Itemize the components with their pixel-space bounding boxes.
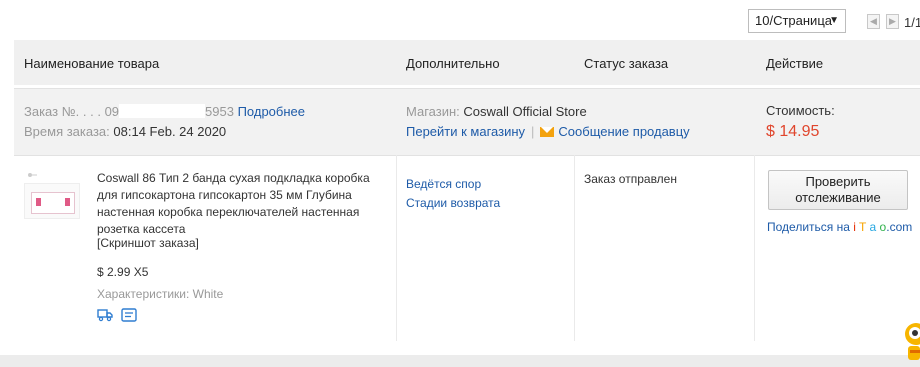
column-divider (396, 155, 397, 341)
dropdown-arrow-icon: ▼ (829, 15, 839, 26)
track-order-button[interactable]: Проверить отслеживание (768, 170, 908, 210)
order-time: Время заказа: 08:14 Feb. 24 2020 (24, 124, 226, 139)
col-product: Наименование товара (24, 56, 160, 71)
helper-mascot-icon[interactable] (902, 320, 920, 364)
share-link[interactable]: Поделиться на i T a o.com (767, 220, 912, 234)
dispute-link[interactable]: Ведётся спор (406, 177, 481, 191)
col-status: Статус заказа (584, 56, 669, 71)
product-thumbnail[interactable] (24, 183, 80, 219)
unit-price-quantity: $ 2.99 X5 (97, 265, 149, 279)
order-time-label: Время заказа: (24, 124, 110, 139)
page-size-value: 10/Страница (755, 13, 832, 28)
store-label: Магазин: (406, 104, 460, 119)
store-actions: Перейти к магазину | Сообщение продавцу (406, 124, 690, 139)
mail-icon (540, 127, 555, 137)
share-brand-i: i (853, 220, 856, 234)
column-divider (574, 155, 575, 341)
order-snapshot-link[interactable]: [Скриншот заказа] (97, 236, 199, 250)
product-attributes: Характеристики: White (97, 287, 224, 301)
store-name: Coswall Official Store (463, 104, 587, 119)
cost-label: Стоимость: (766, 103, 835, 118)
separator: | (531, 124, 535, 139)
section-footer-bar (0, 355, 920, 367)
order-details-link[interactable]: Подробнее (238, 104, 305, 119)
product-hole-left (36, 198, 41, 206)
col-action: Действие (766, 56, 824, 71)
truck-icon[interactable] (97, 308, 114, 322)
brand-mark-icon (28, 173, 37, 177)
message-seller-link[interactable]: Сообщение продавцу (558, 124, 689, 139)
col-extra: Дополнительно (406, 56, 500, 71)
order-number: Заказ №. . . . 09 5953 Подробнее (24, 104, 305, 119)
order-status: Заказ отправлен (584, 172, 677, 186)
return-stages-link[interactable]: Стадии возврата (406, 196, 500, 210)
page-size-select[interactable]: 10/Страница ▼ (748, 9, 846, 33)
order-time-value: 08:14 Feb. 24 2020 (113, 124, 227, 139)
product-hole-right (65, 198, 70, 206)
share-brand-t: T (859, 220, 867, 234)
next-page-button[interactable]: ▶ (886, 14, 899, 29)
store-info: Магазин: Coswall Official Store (406, 104, 587, 119)
share-brand-a: a (869, 220, 877, 234)
product-title-link[interactable]: Coswall 86 Тип 2 банда сухая подкладка к… (97, 170, 387, 238)
order-info-row: Заказ №. . . . 09 5953 Подробнее Время за… (14, 88, 920, 156)
orders-table-header: Наименование товара Дополнительно Статус… (14, 40, 920, 85)
order-number-suffix: 5953 (205, 104, 234, 119)
order-number-label: Заказ № (24, 104, 76, 119)
column-divider (754, 155, 755, 341)
go-to-store-link[interactable]: Перейти к магазину (406, 124, 525, 139)
redacted-block (119, 104, 206, 118)
product-box-graphic (31, 192, 75, 214)
receipt-icon[interactable] (121, 308, 137, 322)
share-prefix: Поделиться на (767, 220, 850, 234)
order-number-prefix: . . . . 09 (75, 104, 120, 119)
page-count: 1/1 (904, 15, 920, 30)
prev-page-button[interactable]: ◀ (867, 14, 880, 29)
share-brand-com: .com (886, 220, 913, 234)
order-total: $ 14.95 (766, 123, 820, 140)
